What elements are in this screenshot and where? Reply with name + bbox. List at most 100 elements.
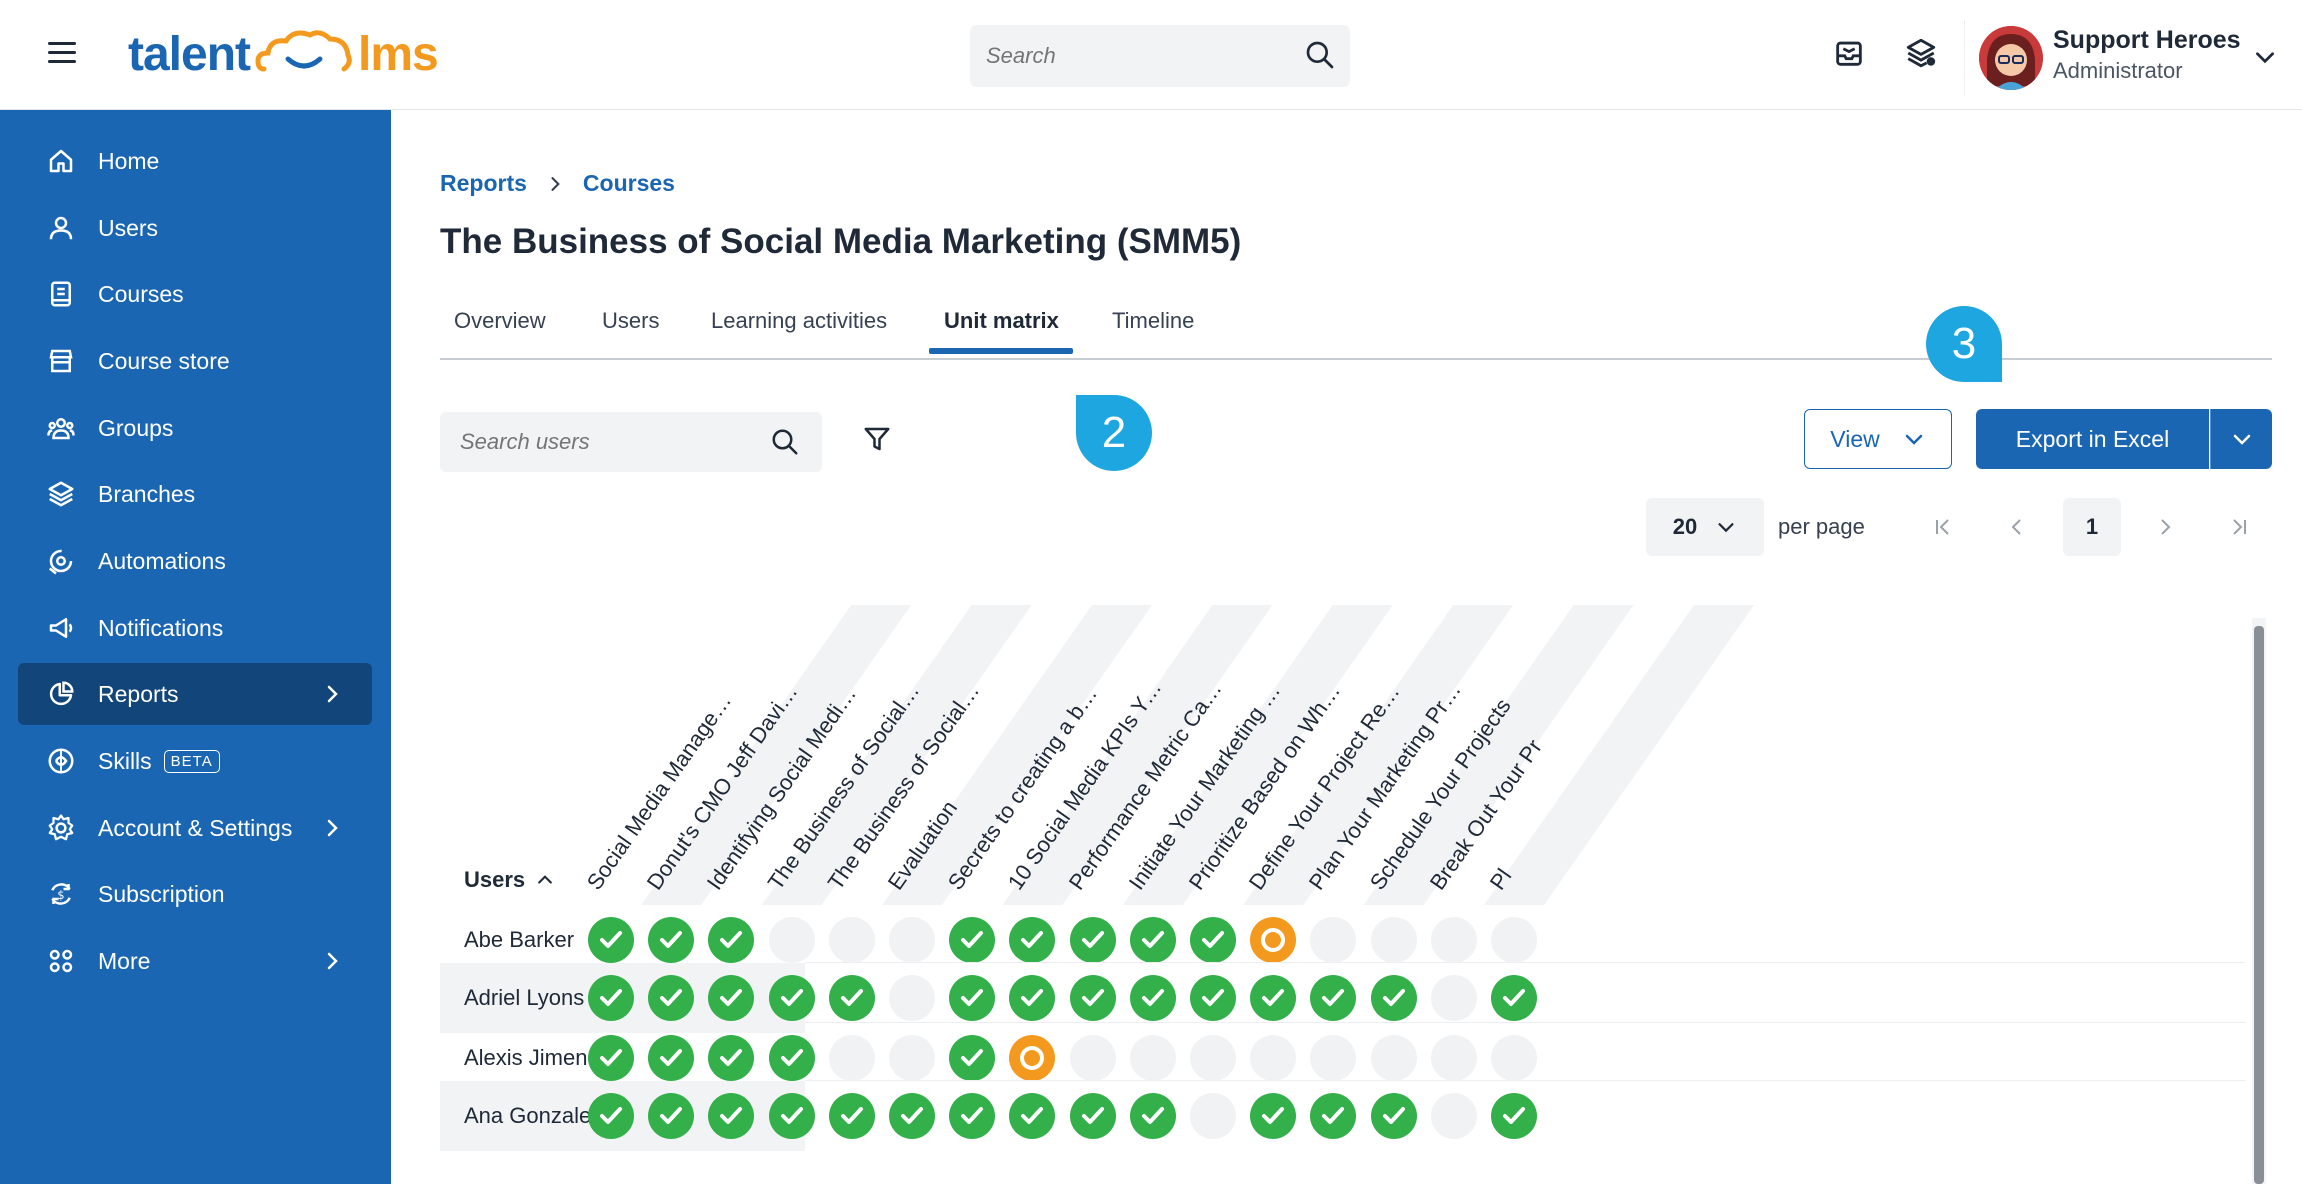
sidebar-item-courses[interactable]: Courses bbox=[18, 263, 372, 325]
unit-status-completed[interactable] bbox=[708, 975, 755, 1021]
unit-status-not-started[interactable] bbox=[1430, 1093, 1477, 1139]
menu-icon[interactable] bbox=[48, 42, 76, 66]
per-page-select[interactable]: 20 bbox=[1646, 498, 1764, 556]
search-users-input[interactable] bbox=[460, 412, 760, 472]
unit-status-completed[interactable] bbox=[588, 975, 634, 1021]
unit-status-completed[interactable] bbox=[588, 1035, 634, 1081]
unit-status-completed[interactable] bbox=[1069, 1093, 1116, 1139]
unit-status-completed[interactable] bbox=[889, 1093, 935, 1139]
tab-overview[interactable]: Overview bbox=[454, 308, 546, 334]
unit-status-not-started[interactable] bbox=[1190, 1093, 1236, 1139]
breadcrumb-courses-link[interactable]: Courses bbox=[583, 170, 675, 197]
breadcrumb-reports-link[interactable]: Reports bbox=[440, 170, 527, 197]
user-menu[interactable]: Support Heroes Administrator bbox=[1964, 20, 2302, 96]
unit-status-not-started[interactable] bbox=[1370, 917, 1417, 963]
unit-status-completed[interactable] bbox=[1310, 975, 1357, 1021]
unit-status-completed[interactable] bbox=[949, 975, 996, 1021]
unit-status-not-started[interactable] bbox=[1310, 1035, 1357, 1081]
unit-status-not-started[interactable] bbox=[1491, 917, 1537, 963]
unit-status-completed[interactable] bbox=[1069, 917, 1116, 963]
search-icon[interactable] bbox=[770, 427, 800, 457]
unit-status-completed[interactable] bbox=[1129, 1093, 1176, 1139]
unit-status-completed[interactable] bbox=[768, 1035, 815, 1081]
unit-status-not-started[interactable] bbox=[828, 1035, 875, 1081]
unit-status-completed[interactable] bbox=[949, 1093, 996, 1139]
next-page-button[interactable] bbox=[2136, 498, 2194, 556]
unit-status-not-started[interactable] bbox=[1250, 1035, 1297, 1081]
unit-status-completed[interactable] bbox=[1069, 975, 1116, 1021]
unit-status-completed[interactable] bbox=[1129, 975, 1176, 1021]
unit-status-completed[interactable] bbox=[1009, 917, 1056, 963]
unit-status-not-started[interactable] bbox=[1430, 917, 1477, 963]
unit-status-completed[interactable] bbox=[1491, 1093, 1537, 1139]
sidebar-item-account-settings[interactable]: Account & Settings bbox=[18, 797, 372, 859]
unit-status-completed[interactable] bbox=[708, 1093, 755, 1139]
sidebar-item-automations[interactable]: Automations bbox=[18, 530, 372, 592]
sidebar-item-course-store[interactable]: Course store bbox=[18, 330, 372, 392]
unit-status-completed[interactable] bbox=[1310, 1093, 1357, 1139]
unit-status-completed[interactable] bbox=[708, 917, 755, 963]
unit-status-not-started[interactable] bbox=[1430, 1035, 1477, 1081]
matrix-scroll-thumb[interactable] bbox=[2254, 626, 2264, 1184]
tab-timeline[interactable]: Timeline bbox=[1112, 308, 1194, 334]
unit-status-not-started[interactable] bbox=[1491, 1035, 1537, 1081]
avatar[interactable] bbox=[1979, 26, 2043, 90]
branches-switch-icon[interactable] bbox=[1904, 36, 1938, 70]
view-button[interactable]: View bbox=[1804, 409, 1952, 469]
unit-status-not-started[interactable] bbox=[768, 917, 815, 963]
tab-learning-activities[interactable]: Learning activities bbox=[711, 308, 887, 334]
unit-status-completed[interactable] bbox=[648, 1093, 695, 1139]
unit-status-completed[interactable] bbox=[588, 917, 634, 963]
sidebar-item-branches[interactable]: Branches bbox=[18, 463, 372, 525]
user-name[interactable]: Support Heroes bbox=[2053, 26, 2241, 55]
unit-status-completed[interactable] bbox=[1009, 1093, 1056, 1139]
unit-status-completed[interactable] bbox=[1190, 917, 1236, 963]
unit-status-completed[interactable] bbox=[768, 975, 815, 1021]
unit-status-not-started[interactable] bbox=[889, 1035, 935, 1081]
search-users[interactable] bbox=[440, 412, 822, 472]
unit-status-in-progress[interactable] bbox=[1250, 917, 1297, 963]
sidebar-item-more[interactable]: More bbox=[18, 930, 372, 992]
unit-status-completed[interactable] bbox=[1009, 975, 1056, 1021]
unit-status-completed[interactable] bbox=[949, 1035, 996, 1081]
unit-status-completed[interactable] bbox=[828, 1093, 875, 1139]
unit-status-not-started[interactable] bbox=[828, 917, 875, 963]
unit-status-completed[interactable] bbox=[648, 917, 695, 963]
unit-status-not-started[interactable] bbox=[1430, 975, 1477, 1021]
tab-unit-matrix[interactable]: Unit matrix bbox=[944, 308, 1059, 334]
unit-status-not-started[interactable] bbox=[1310, 917, 1357, 963]
sidebar-item-groups[interactable]: Groups bbox=[18, 397, 372, 459]
unit-status-completed[interactable] bbox=[1250, 1093, 1297, 1139]
export-options-button[interactable] bbox=[2210, 409, 2272, 469]
unit-status-not-started[interactable] bbox=[1370, 1035, 1417, 1081]
unit-status-completed[interactable] bbox=[828, 975, 875, 1021]
unit-status-not-started[interactable] bbox=[889, 917, 935, 963]
unit-status-not-started[interactable] bbox=[1129, 1035, 1176, 1081]
unit-status-completed[interactable] bbox=[1491, 975, 1537, 1021]
unit-status-completed[interactable] bbox=[1370, 975, 1417, 1021]
sidebar-item-home[interactable]: Home bbox=[18, 130, 372, 192]
sidebar-item-reports[interactable]: Reports bbox=[18, 663, 372, 725]
unit-status-completed[interactable] bbox=[1129, 917, 1176, 963]
unit-status-completed[interactable] bbox=[949, 917, 996, 963]
chevron-down-icon[interactable] bbox=[2252, 44, 2278, 70]
unit-status-completed[interactable] bbox=[648, 975, 695, 1021]
last-page-button[interactable] bbox=[2210, 498, 2268, 556]
unit-status-not-started[interactable] bbox=[1069, 1035, 1116, 1081]
tab-users[interactable]: Users bbox=[602, 308, 659, 334]
previous-page-button[interactable] bbox=[1988, 498, 2046, 556]
global-search[interactable] bbox=[970, 25, 1350, 87]
unit-status-completed[interactable] bbox=[1190, 975, 1236, 1021]
export-excel-button[interactable]: Export in Excel bbox=[1976, 409, 2209, 469]
unit-status-completed[interactable] bbox=[588, 1093, 634, 1139]
filter-icon[interactable] bbox=[862, 424, 892, 454]
first-page-button[interactable] bbox=[1914, 498, 1972, 556]
search-icon[interactable] bbox=[1304, 39, 1336, 71]
sidebar-item-skills[interactable]: Skills BETA bbox=[18, 730, 372, 792]
messages-icon[interactable] bbox=[1832, 36, 1866, 70]
global-search-input[interactable] bbox=[986, 25, 1286, 87]
unit-status-not-started[interactable] bbox=[1190, 1035, 1236, 1081]
unit-status-completed[interactable] bbox=[1370, 1093, 1417, 1139]
sidebar-item-users[interactable]: Users bbox=[18, 197, 372, 259]
sidebar-item-notifications[interactable]: Notifications bbox=[18, 597, 372, 659]
